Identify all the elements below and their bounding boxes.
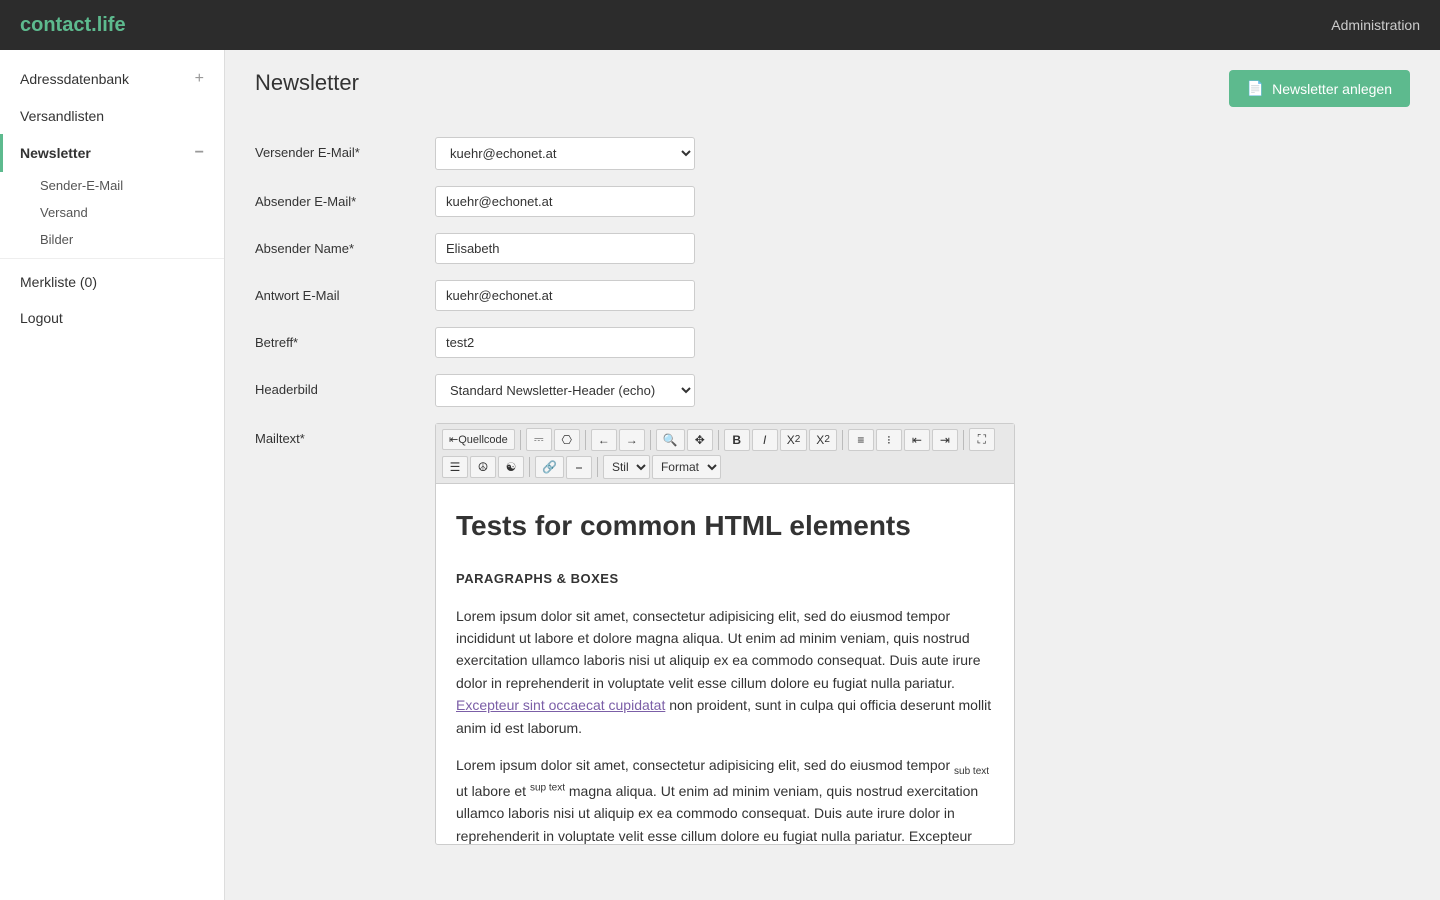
- absender-name-input[interactable]: [435, 233, 695, 264]
- source-code-label: Quellcode: [458, 434, 508, 446]
- page-title: Newsletter: [255, 70, 359, 96]
- mailtext-label: Mailtext*: [255, 423, 435, 446]
- sidebar-item-versand[interactable]: Versand: [30, 199, 224, 226]
- sup-text: sup text: [530, 782, 565, 793]
- minus-icon: −: [195, 144, 204, 162]
- page-layout: Adressdatenbank + Versandlisten Newslett…: [0, 50, 1440, 900]
- newsletter-submenu: Sender-E-Mail Versand Bilder: [0, 172, 224, 253]
- editor-link[interactable]: Excepteur sint occaecat cupidatat: [456, 697, 665, 713]
- antwort-email-input[interactable]: [435, 280, 695, 311]
- editor-heading: Tests for common HTML elements: [456, 504, 994, 549]
- italic-button[interactable]: I: [752, 429, 778, 451]
- versender-email-select[interactable]: kuehr@echonet.at: [435, 137, 695, 170]
- ordered-list-button[interactable]: ≡: [848, 429, 874, 451]
- toolbar-separator: [842, 430, 843, 450]
- absender-email-label: Absender E-Mail*: [255, 186, 435, 209]
- style-select[interactable]: Stil: [603, 455, 650, 479]
- versender-email-row: Versender E-Mail* kuehr@echonet.at: [255, 137, 1410, 170]
- headerbild-label: Headerbild: [255, 374, 435, 397]
- editor-content-area[interactable]: Tests for common HTML elements PARAGRAPH…: [436, 484, 1014, 844]
- main-content: Newsletter 📄 Newsletter anlegen Versende…: [225, 50, 1440, 900]
- undo-button[interactable]: ←: [591, 429, 617, 451]
- toolbar-separator: [529, 457, 530, 477]
- absender-name-label: Absender Name*: [255, 233, 435, 256]
- create-newsletter-button[interactable]: 📄 Newsletter anlegen: [1229, 70, 1410, 107]
- sidebar-sub-label: Versand: [40, 205, 88, 220]
- sidebar-item-merkliste[interactable]: Merkliste (0): [0, 264, 224, 300]
- toolbar-separator: [963, 430, 964, 450]
- betreff-row: Betreff*: [255, 327, 1410, 358]
- sidebar-divider: [0, 258, 224, 259]
- sidebar-item-sender-email[interactable]: Sender-E-Mail: [30, 172, 224, 199]
- sidebar-item-label: Adressdatenbank: [20, 71, 129, 87]
- sidebar-item-versandlisten[interactable]: Versandlisten: [0, 98, 224, 134]
- sidebar-item-logout[interactable]: Logout: [0, 300, 224, 336]
- editor-toolbar: ⇤ Quellcode ⎓ ⎔ ← → 🔍 ✥: [436, 424, 1014, 484]
- search-button[interactable]: 🔍: [656, 429, 685, 451]
- document-icon: 📄: [1247, 80, 1264, 97]
- absender-name-row: Absender Name*: [255, 233, 1410, 264]
- betreff-input[interactable]: [435, 327, 695, 358]
- source-icon: ⇤: [449, 433, 458, 446]
- outdent-button[interactable]: ⇤: [904, 429, 930, 451]
- create-newsletter-label: Newsletter anlegen: [1272, 81, 1392, 97]
- top-navigation: contact.life Administration: [0, 0, 1440, 50]
- toolbar-row-2: ☰ ☮ ☯ 🔗 ⎯ Stil Format: [442, 455, 1008, 479]
- format-select[interactable]: Format: [652, 455, 721, 479]
- toolbar-separator: [650, 430, 651, 450]
- redo-button[interactable]: →: [619, 429, 645, 451]
- align-center-button[interactable]: ☮: [470, 456, 496, 478]
- sidebar-item-label: Logout: [20, 310, 63, 326]
- source-code-button[interactable]: ⇤ Quellcode: [442, 429, 515, 450]
- versender-email-label: Versender E-Mail*: [255, 137, 435, 160]
- logo-part1: contact.: [20, 14, 97, 36]
- indent-button[interactable]: ⇥: [932, 429, 958, 451]
- sidebar-item-bilder[interactable]: Bilder: [30, 226, 224, 253]
- editor-paragraph-1: Lorem ipsum dolor sit amet, consectetur …: [456, 605, 994, 739]
- sidebar-item-adressdatenbank[interactable]: Adressdatenbank +: [0, 60, 224, 98]
- logo: contact.life: [20, 14, 126, 37]
- align-right-button[interactable]: ☯: [498, 456, 524, 478]
- toolbar-row-1: ⇤ Quellcode ⎓ ⎔ ← → 🔍 ✥: [442, 428, 1008, 451]
- wysiwyg-editor: ⇤ Quellcode ⎓ ⎔ ← → 🔍 ✥: [435, 423, 1015, 845]
- sidebar: Adressdatenbank + Versandlisten Newslett…: [0, 50, 225, 900]
- toolbar-separator: [597, 457, 598, 477]
- align-left-button[interactable]: ☰: [442, 456, 468, 478]
- fullscreen-button[interactable]: ⛶: [969, 428, 995, 451]
- sidebar-item-label: Merkliste (0): [20, 274, 97, 290]
- antwort-email-row: Antwort E-Mail: [255, 280, 1410, 311]
- sidebar-sub-label: Sender-E-Mail: [40, 178, 123, 193]
- sidebar-item-label: Newsletter: [20, 145, 91, 161]
- headerbild-row: Headerbild Standard Newsletter-Header (e…: [255, 374, 1410, 407]
- paste-button[interactable]: ⎔: [554, 429, 580, 451]
- sidebar-sub-label: Bilder: [40, 232, 73, 247]
- absender-email-input[interactable]: [435, 186, 695, 217]
- sidebar-item-label: Versandlisten: [20, 108, 104, 124]
- editor-paragraph-2: Lorem ipsum dolor sit amet, consectetur …: [456, 754, 994, 844]
- admin-link[interactable]: Administration: [1331, 17, 1420, 33]
- headerbild-select[interactable]: Standard Newsletter-Header (echo): [435, 374, 695, 407]
- toolbar-separator: [718, 430, 719, 450]
- resize-button[interactable]: ✥: [687, 429, 713, 451]
- newsletter-form: Versender E-Mail* kuehr@echonet.at Absen…: [255, 127, 1410, 871]
- toolbar-separator: [520, 430, 521, 450]
- antwort-email-label: Antwort E-Mail: [255, 280, 435, 303]
- link-button[interactable]: 🔗: [535, 456, 564, 478]
- bold-button[interactable]: B: [724, 429, 750, 451]
- plus-icon: +: [195, 70, 204, 88]
- unordered-list-button[interactable]: ⁝: [876, 429, 902, 451]
- superscript-button[interactable]: X2: [809, 429, 837, 451]
- sub-text: sub text: [954, 766, 989, 777]
- sidebar-item-newsletter[interactable]: Newsletter −: [0, 134, 224, 172]
- editor-subheading: PARAGRAPHS & BOXES: [456, 569, 994, 590]
- unlink-button[interactable]: ⎯: [566, 456, 592, 479]
- toolbar-separator: [585, 430, 586, 450]
- logo-part2: life: [97, 14, 126, 36]
- subscript-button[interactable]: X2: [780, 429, 808, 451]
- mailtext-row: Mailtext* ⇤ Quellcode ⎓ ⎔: [255, 423, 1410, 845]
- copy-button[interactable]: ⎓: [526, 428, 552, 451]
- absender-email-row: Absender E-Mail*: [255, 186, 1410, 217]
- betreff-label: Betreff*: [255, 327, 435, 350]
